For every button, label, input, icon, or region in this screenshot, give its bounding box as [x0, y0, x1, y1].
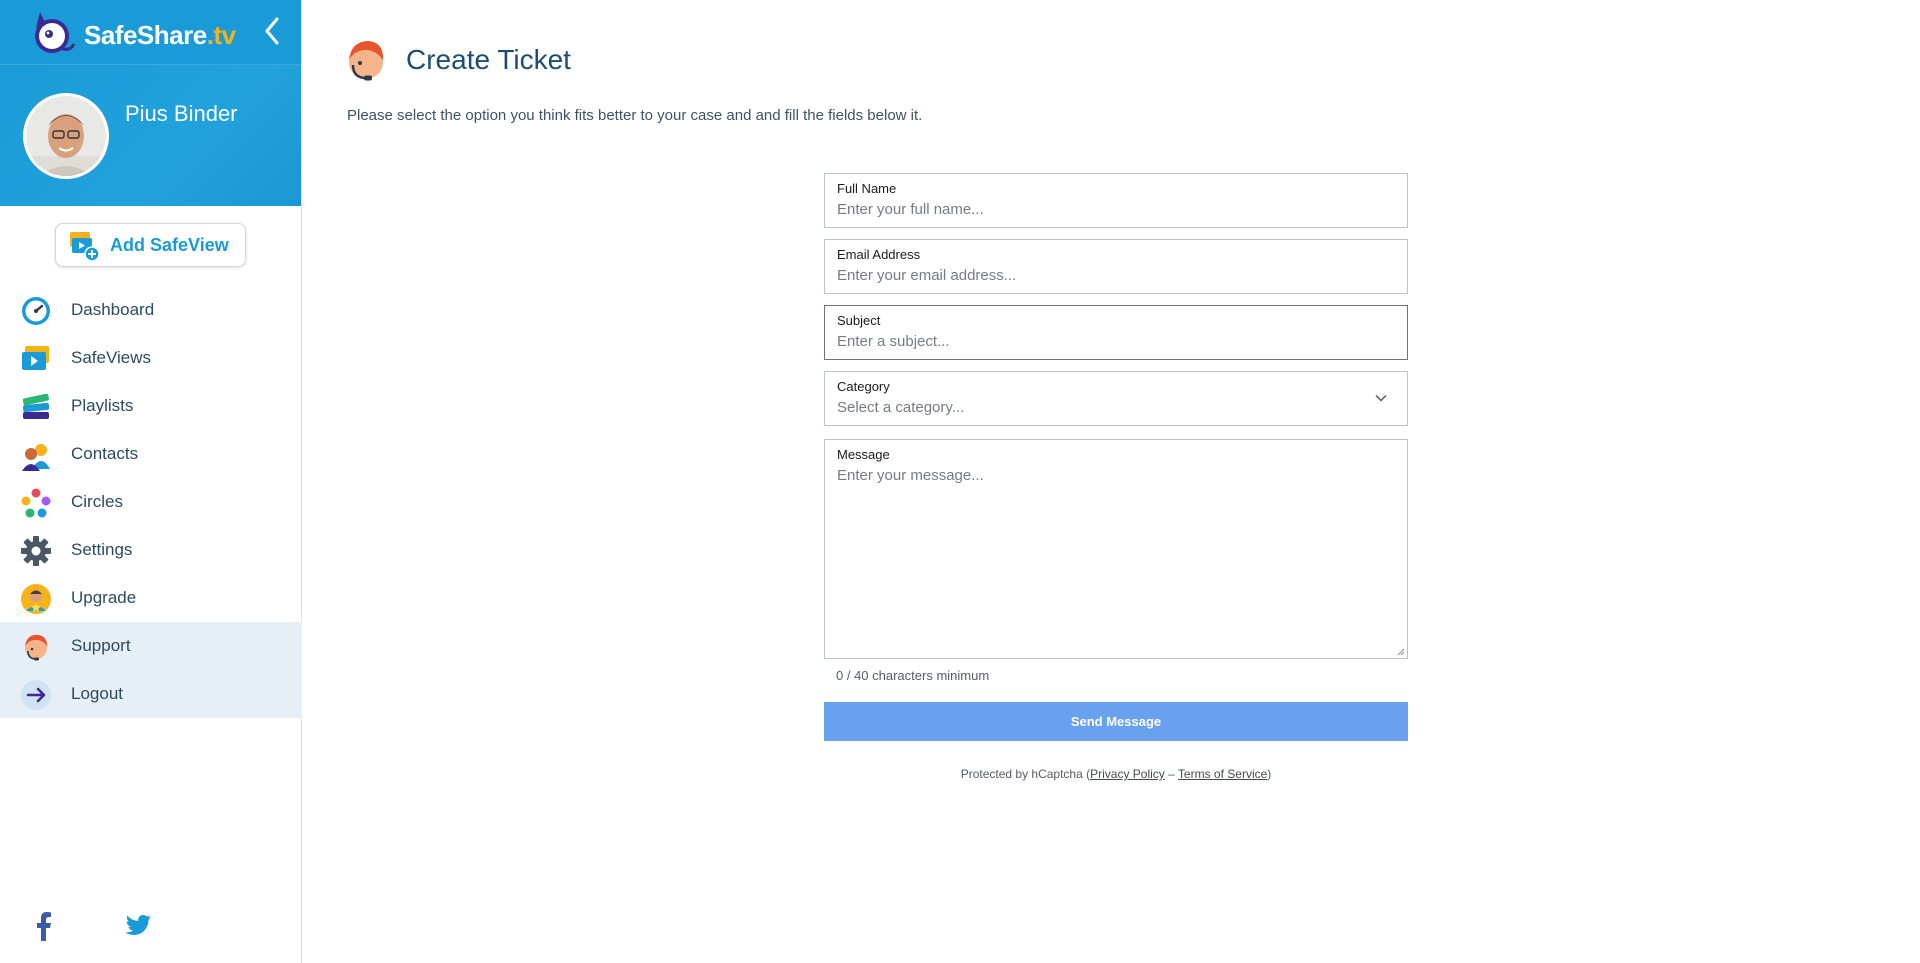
- email-field[interactable]: Email Address: [824, 239, 1408, 294]
- sidebar-item-label: Upgrade: [71, 588, 137, 607]
- safeviews-icon: [22, 346, 49, 370]
- email-input[interactable]: [837, 267, 1377, 284]
- sidebar-item-logout[interactable]: Logout: [0, 670, 302, 718]
- facebook-icon[interactable]: [34, 911, 52, 941]
- sidebar-item-label: Contacts: [71, 444, 139, 463]
- contacts-icon: [22, 444, 50, 471]
- terms-of-service-link[interactable]: Terms of Service: [1178, 767, 1267, 781]
- support-agent-icon: [25, 634, 47, 661]
- sidebar-item-dashboard[interactable]: Dashboard: [0, 286, 302, 334]
- message-label: Message: [837, 447, 890, 462]
- sidebar-item-contacts[interactable]: Contacts: [0, 430, 302, 478]
- category-value: Select a category...: [837, 399, 965, 416]
- circles-icon: [21, 488, 51, 518]
- sidebar-item-upgrade[interactable]: Upgrade: [0, 574, 302, 622]
- sidebar-item-label: Support: [71, 636, 131, 655]
- sidebar-header: SafeShare.tv: [0, 0, 301, 65]
- category-label: Category: [837, 379, 890, 394]
- collapse-sidebar-icon[interactable]: [259, 14, 287, 48]
- support-agent-icon: [349, 41, 384, 81]
- sidebar-item-label: Dashboard: [71, 300, 155, 319]
- captcha-suffix: ): [1267, 767, 1272, 781]
- brand-name: SafeShare.tv: [84, 20, 236, 50]
- full-name-input[interactable]: [837, 201, 1377, 218]
- ticket-form: Full Name Email Address Subject Category…: [824, 173, 1408, 781]
- logout-arrow-icon: [21, 680, 51, 710]
- sidebar-item-label: Settings: [71, 540, 133, 559]
- full-name-field[interactable]: Full Name: [824, 173, 1408, 228]
- full-name-label: Full Name: [837, 181, 897, 196]
- sidebar-item-label: Logout: [71, 684, 123, 703]
- message-input[interactable]: [837, 467, 1393, 649]
- character-counter: 0 / 40 characters minimum: [836, 668, 990, 683]
- subject-input[interactable]: [837, 333, 1377, 350]
- page-intro: Please select the option you think fits …: [347, 107, 923, 124]
- privacy-policy-link[interactable]: Privacy Policy: [1090, 767, 1165, 781]
- sidebar-item-circles[interactable]: Circles: [0, 478, 302, 526]
- sidebar-item-playlists[interactable]: Playlists: [0, 382, 302, 430]
- chevron-down-icon: [1375, 394, 1387, 402]
- email-label: Email Address: [837, 247, 921, 262]
- subject-label: Subject: [837, 313, 881, 328]
- captcha-notice: Protected by hCaptcha (Privacy Policy – …: [824, 767, 1408, 781]
- social-links: [0, 911, 302, 941]
- message-field[interactable]: Message: [824, 439, 1408, 659]
- send-message-button[interactable]: Send Message: [824, 702, 1408, 741]
- sidebar-item-label: SafeViews: [71, 348, 152, 367]
- profile-name: Pius Binder: [125, 101, 238, 126]
- add-safeview-label: Add SafeView: [110, 235, 229, 255]
- sidebar-item-safeviews[interactable]: SafeViews: [0, 334, 302, 382]
- add-safeview-button[interactable]: Add SafeView: [55, 223, 246, 267]
- playlists-icon: [22, 393, 50, 419]
- main-content: Create Ticket Please select the option y…: [302, 0, 1920, 963]
- upgrade-icon: [21, 584, 51, 614]
- subject-field[interactable]: Subject: [824, 305, 1408, 360]
- captcha-separator: –: [1164, 767, 1178, 781]
- sidebar-item-label: Circles: [71, 492, 123, 511]
- sidebar-item-support[interactable]: Support: [0, 622, 302, 670]
- sidebar-item-settings[interactable]: Settings: [0, 526, 302, 574]
- safeshare-logo-icon: [35, 12, 76, 53]
- page-title: Create Ticket: [406, 44, 571, 75]
- profile-panel: Pius Binder: [0, 65, 301, 206]
- avatar[interactable]: [23, 93, 109, 179]
- sidebar: SafeShare.tv Pius Binder Add SafeView Da…: [0, 0, 302, 963]
- captcha-prefix: Protected by hCaptcha (: [960, 767, 1091, 781]
- sidebar-nav: Dashboard SafeViews Playlists Contacts C…: [0, 286, 302, 718]
- resize-grip-icon[interactable]: [1396, 647, 1405, 656]
- gear-icon: [21, 536, 51, 566]
- twitter-icon[interactable]: [124, 914, 152, 938]
- sidebar-item-label: Playlists: [71, 396, 134, 415]
- dashboard-gauge-icon: [22, 297, 50, 325]
- add-video-icon: [70, 232, 100, 262]
- category-select[interactable]: Category Select a category...: [824, 371, 1408, 426]
